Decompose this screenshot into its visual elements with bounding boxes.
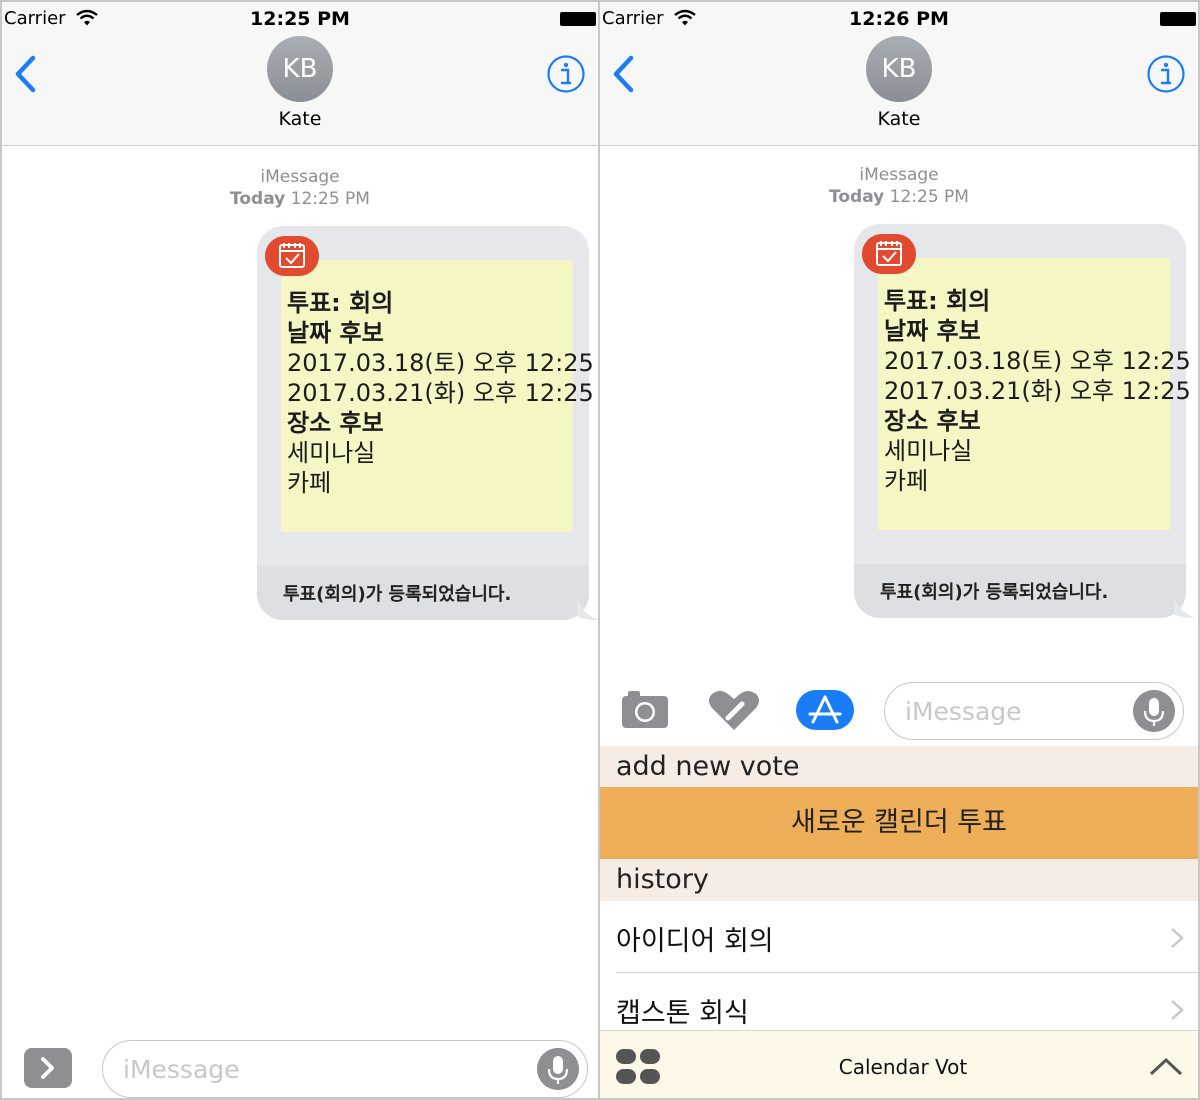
place-candidates-heading: 장소 후보	[884, 407, 981, 435]
microphone-icon[interactable]	[1133, 690, 1175, 732]
status-bar: Carrier 12:26 PM	[600, 2, 1198, 36]
history-item[interactable]: 캡스톤 회식	[600, 973, 1198, 1030]
back-chevron-icon[interactable]	[12, 54, 40, 94]
battery-icon	[1160, 12, 1196, 26]
history-item-label: 캡스톤 회식	[616, 998, 749, 1029]
vote-title: 투표: 회의	[287, 289, 394, 317]
message-caption: 투표(회의)가 등록되었습니다.	[880, 582, 1109, 603]
bubble-tail	[1174, 596, 1196, 618]
timestamp: Today 12:25 PM	[829, 187, 969, 207]
app-store-icon[interactable]	[796, 688, 854, 732]
info-icon[interactable]	[1146, 54, 1186, 94]
contact-name[interactable]: Kate	[600, 108, 1198, 130]
history-item[interactable]: 아이디어 회의	[600, 901, 1198, 973]
contact-avatar[interactable]: KB	[267, 36, 333, 102]
message-composer[interactable]: iMessage	[884, 682, 1184, 740]
contact-avatar[interactable]: KB	[866, 36, 932, 102]
date-candidate: 2017.03.18(토) 오후 12:25	[884, 347, 1191, 375]
status-time: 12:26 PM	[849, 8, 949, 30]
date-candidates-heading: 날짜 후보	[884, 317, 981, 345]
digital-touch-heart-icon[interactable]	[706, 688, 762, 732]
place-candidates-heading: 장소 후보	[287, 409, 384, 437]
place-candidate: 카페	[884, 467, 929, 495]
battery-icon	[560, 12, 596, 26]
date-candidate: 2017.03.18(토) 오후 12:25	[287, 349, 594, 377]
place-candidate: 세미나실	[287, 439, 376, 467]
app-title-bar: Calendar Vot	[600, 1030, 1198, 1098]
back-chevron-icon[interactable]	[610, 54, 638, 94]
status-bar: Carrier 12:25 PM	[2, 2, 598, 36]
chevron-up-icon[interactable]	[1148, 1055, 1184, 1077]
place-candidate: 세미나실	[884, 437, 973, 465]
message-meta: iMessage Today 12:25 PM	[2, 166, 598, 210]
vote-card: 투표: 회의 날짜 후보 2017.03.18(토) 오후 12:25 2017…	[878, 258, 1191, 530]
vote-title: 투표: 회의	[884, 287, 991, 315]
bubble-tail	[577, 598, 598, 620]
service-label: iMessage	[260, 167, 340, 187]
conversation-header: KB Kate	[600, 36, 1198, 146]
date-candidates-heading: 날짜 후보	[287, 319, 384, 347]
chevron-right-icon	[1171, 1000, 1184, 1020]
add-new-vote-header: add new vote	[600, 746, 1198, 787]
history-item-label: 아이디어 회의	[616, 926, 774, 957]
message-bubble[interactable]: 투표: 회의 날짜 후보 2017.03.18(토) 오후 12:25 2017…	[854, 224, 1196, 618]
expand-drawer-button[interactable]	[24, 1048, 72, 1088]
conversation-header: KB Kate	[2, 36, 598, 146]
calendar-app-icon	[265, 236, 319, 276]
calendar-app-icon	[862, 234, 916, 274]
message-caption: 투표(회의)가 등록되었습니다.	[283, 584, 512, 605]
app-name: Calendar Vot	[838, 1055, 968, 1079]
left-screenshot: Carrier 12:25 PM KB Kate iMessage Today …	[0, 0, 600, 1100]
service-label: iMessage	[859, 165, 939, 185]
date-candidate: 2017.03.21(화) 오후 12:25	[884, 377, 1191, 405]
date-candidate: 2017.03.21(화) 오후 12:25	[287, 379, 594, 407]
message-composer[interactable]: iMessage	[102, 1040, 588, 1098]
timestamp: Today 12:25 PM	[230, 189, 370, 209]
right-screenshot: Carrier 12:26 PM KB Kate iMessage Today …	[600, 0, 1200, 1100]
vote-card: 투표: 회의 날짜 후보 2017.03.18(토) 오후 12:25 2017…	[281, 260, 594, 532]
history-header: history	[600, 859, 1198, 901]
place-candidate: 카페	[287, 469, 332, 497]
composer-placeholder: iMessage	[123, 1055, 240, 1084]
message-bubble[interactable]: 투표: 회의 날짜 후보 2017.03.18(토) 오후 12:25 2017…	[257, 226, 598, 620]
chevron-right-icon	[1171, 928, 1184, 948]
info-icon[interactable]	[546, 54, 586, 94]
composer-placeholder: iMessage	[905, 697, 1022, 726]
microphone-icon[interactable]	[537, 1048, 579, 1090]
camera-icon[interactable]	[620, 688, 676, 732]
status-time: 12:25 PM	[250, 8, 350, 30]
message-meta: iMessage Today 12:25 PM	[600, 164, 1198, 208]
new-calendar-vote-button[interactable]: 새로운 캘린더 투표	[600, 787, 1198, 859]
contact-name[interactable]: Kate	[2, 108, 598, 130]
